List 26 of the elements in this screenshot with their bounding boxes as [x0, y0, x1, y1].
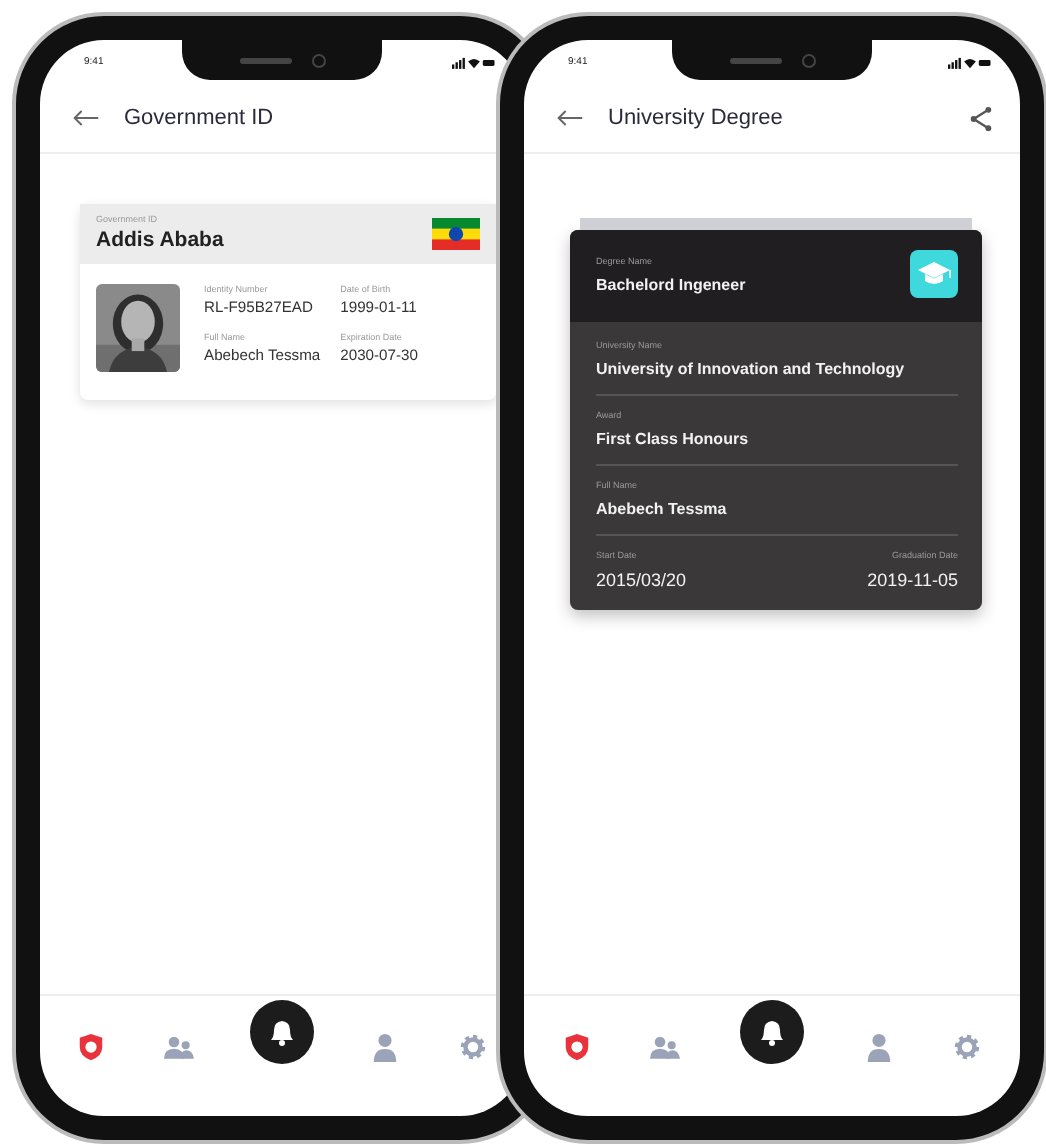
- field-value: Abebech Tessma: [596, 500, 729, 518]
- graduation-cap-icon: [910, 250, 958, 298]
- back-icon[interactable]: [72, 108, 100, 128]
- status-icons: [948, 55, 992, 69]
- person-icon[interactable]: [863, 1031, 894, 1061]
- city-name: Addis Ababa: [96, 228, 224, 252]
- field-value: First Class Honours: [596, 430, 751, 448]
- field-value: University of Innovation and Technology: [596, 360, 907, 378]
- people-icon[interactable]: [163, 1031, 194, 1061]
- status-icons: [452, 55, 496, 69]
- person-icon[interactable]: [370, 1031, 401, 1061]
- settings-icon[interactable]: [457, 1031, 488, 1061]
- share-icon[interactable]: [970, 105, 992, 131]
- bell-button[interactable]: [739, 1000, 804, 1064]
- field-value: 2019-11-05: [867, 570, 958, 590]
- back-icon[interactable]: [556, 108, 584, 128]
- field-value: 2015/03/20: [596, 570, 687, 590]
- bell-button[interactable]: [249, 1000, 314, 1064]
- settings-icon[interactable]: [952, 1031, 983, 1061]
- people-icon[interactable]: [650, 1031, 681, 1061]
- field-value: Bachelord Ingeneer: [596, 275, 746, 293]
- flag-icon: [432, 217, 480, 249]
- shield-icon[interactable]: [76, 1031, 107, 1061]
- screen-title: Government ID: [124, 106, 276, 130]
- shield-icon[interactable]: [561, 1031, 592, 1061]
- screen-title: University Degree: [608, 106, 785, 130]
